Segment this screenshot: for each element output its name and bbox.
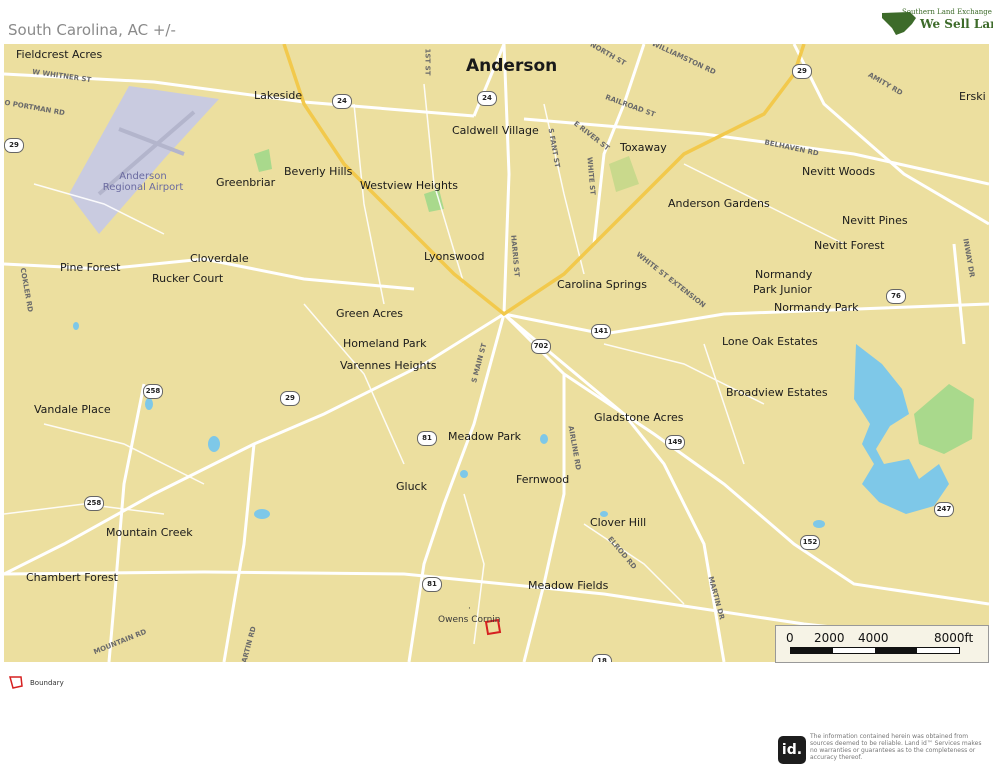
route-shield: 24 [332, 94, 352, 109]
place-label: Normandy [755, 268, 813, 281]
place-label: Varennes Heights [340, 359, 437, 372]
map-canvas[interactable]: Anderson Fieldcrest Acres Lakeside Caldw… [4, 44, 989, 662]
land-id-logo: id. [778, 736, 806, 764]
place-label: Cloverdale [190, 252, 249, 265]
company-logo: Southern Land Exchange We Sell Land. [880, 8, 993, 36]
place-label: Vandale Place [34, 403, 111, 416]
place-label: Homeland Park [343, 337, 427, 350]
place-label: Carolina Springs [557, 278, 647, 291]
place-label: Lyonswood [424, 250, 485, 263]
place-label: Nevitt Forest [814, 239, 885, 252]
scale-label: 2000 [814, 631, 845, 645]
place-label: Beverly Hills [284, 165, 353, 178]
airport-area [69, 86, 219, 234]
route-shield: 702 [531, 339, 551, 354]
place-label: Nevitt Pines [842, 214, 908, 227]
scale-bar: 0 2000 4000 8000ft [775, 625, 989, 663]
place-label: Rucker Court [152, 272, 224, 285]
place-label-anderson: Anderson [466, 56, 558, 76]
map-legend: Boundary [8, 675, 108, 691]
place-label: Meadow Fields [528, 579, 609, 592]
logo-text: We Sell Land. [920, 17, 993, 31]
scale-labels: 0 2000 4000 8000ft [784, 631, 984, 645]
scale-label: 0 [786, 631, 794, 645]
place-label: Westview Heights [360, 179, 458, 192]
place-label: Caldwell Village [452, 124, 539, 137]
place-label: Greenbriar [216, 176, 276, 189]
place-label: Fernwood [516, 473, 570, 486]
place-label: Erski [959, 90, 986, 103]
route-shield: 24 [477, 91, 497, 106]
boundary-marker-dot: · [468, 604, 471, 614]
place-label: Fieldcrest Acres [16, 48, 103, 61]
place-label: Gladstone Acres [594, 411, 684, 424]
route-shield: 76 [886, 289, 906, 304]
place-label: Gluck [396, 480, 427, 493]
route-shield: 29 [280, 391, 300, 406]
disclaimer: id. The information contained herein was… [778, 732, 990, 766]
route-shield: 81 [417, 431, 437, 446]
place-label: Green Acres [336, 307, 403, 320]
place-label: Nevitt Woods [802, 165, 876, 178]
place-label: Meadow Park [448, 430, 521, 443]
place-label: Normandy Park [774, 301, 859, 314]
disclaimer-text: The information contained herein was obt… [810, 733, 982, 761]
route-shield: 258 [84, 496, 104, 511]
place-label: Broadview Estates [726, 386, 828, 399]
route-shield: 81 [422, 577, 442, 592]
legend-label: Boundary [30, 679, 64, 687]
place-label: Park Junior [753, 283, 812, 296]
place-label: Chambert Forest [26, 571, 118, 584]
place-label: Clover Hill [590, 516, 647, 529]
boundary-icon [9, 676, 23, 689]
place-label: Toxaway [620, 141, 667, 154]
route-shield: 18 [592, 654, 612, 662]
route-shield: 29 [4, 138, 24, 153]
place-label: Lone Oak Estates [722, 335, 818, 348]
route-shield: 258 [143, 384, 163, 399]
airport-label: Anderson Regional Airport [102, 171, 184, 193]
place-label: Mountain Creek [106, 526, 193, 539]
street-label: 1ST ST [423, 48, 432, 76]
scale-bar-graphic [790, 647, 960, 654]
route-shield: 247 [934, 502, 954, 517]
place-label: Owens Cornin [438, 615, 501, 625]
route-shield: 149 [665, 435, 685, 450]
place-label: Lakeside [254, 89, 303, 102]
scale-label: 8000ft [934, 631, 974, 645]
place-label: Anderson Gardens [668, 197, 770, 210]
route-shield: 141 [591, 324, 611, 339]
scale-label: 4000 [858, 631, 889, 645]
logo-tagline: Southern Land Exchange [902, 8, 992, 16]
place-label: Pine Forest [60, 261, 121, 274]
route-shield: 152 [800, 535, 820, 550]
park-area [914, 384, 974, 454]
page-title: South Carolina, AC +/- [8, 21, 176, 39]
route-shield: 29 [792, 64, 812, 79]
